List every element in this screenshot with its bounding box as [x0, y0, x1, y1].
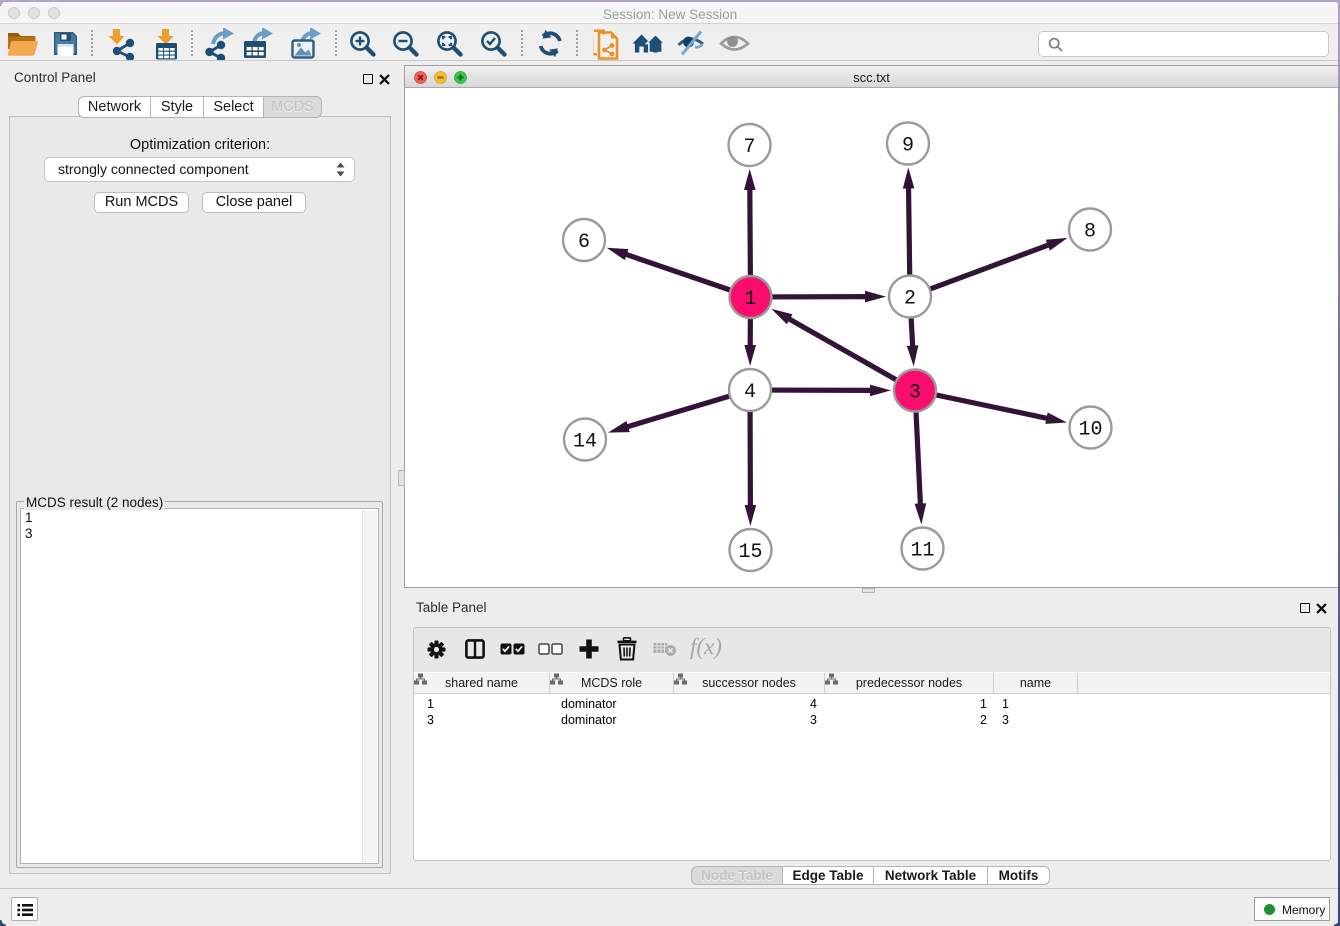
svg-text:1: 1: [744, 288, 756, 311]
svg-text:10: 10: [1078, 419, 1102, 442]
svg-text:8: 8: [1084, 221, 1096, 244]
svg-text:7: 7: [743, 136, 755, 159]
svg-text:2: 2: [904, 288, 916, 311]
svg-text:4: 4: [744, 381, 756, 404]
svg-text:9: 9: [902, 135, 914, 158]
svg-text:14: 14: [573, 431, 597, 454]
svg-text:15: 15: [738, 541, 762, 564]
svg-text:6: 6: [578, 231, 590, 254]
svg-text:3: 3: [909, 382, 921, 405]
svg-text:11: 11: [910, 540, 934, 563]
